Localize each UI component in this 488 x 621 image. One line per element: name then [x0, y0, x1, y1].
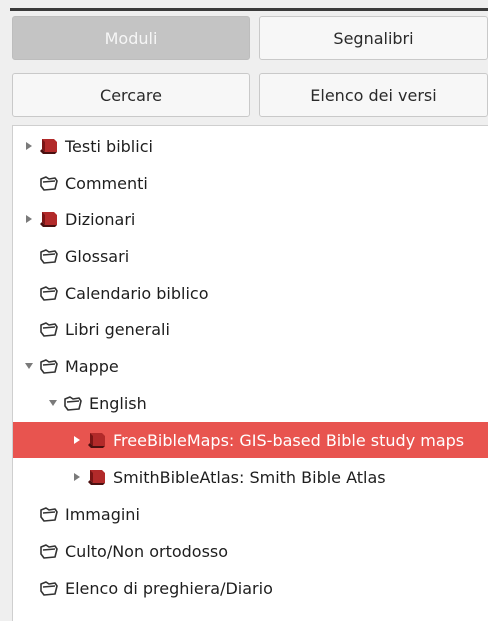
tab-cercare-label: Cercare: [100, 85, 162, 105]
tree-item-label: Culto/Non ortodosso: [65, 541, 229, 561]
collapse-arrow-icon[interactable]: [47, 397, 59, 409]
folder-icon: [37, 577, 61, 599]
book-icon: [37, 208, 61, 230]
folder-icon: [37, 172, 61, 194]
tree-item-mappe[interactable]: Mappe: [13, 348, 488, 384]
tree-item-label: SmithBibleAtlas: Smith Bible Atlas: [113, 467, 386, 487]
tab-segnalibri[interactable]: Segnalibri: [259, 16, 488, 60]
tab-moduli-label: Moduli: [104, 28, 158, 48]
folder-icon: [37, 540, 61, 562]
expand-arrow-icon[interactable]: [71, 434, 83, 446]
tree-item-elenco-preghiera[interactable]: Elenco di preghiera/Diario: [13, 570, 488, 606]
collapse-arrow-icon[interactable]: [23, 360, 35, 372]
tree-item-commenti[interactable]: Commenti: [13, 165, 488, 201]
tree-item-glossari[interactable]: Glossari: [13, 238, 488, 274]
tree-item-label: FreeBibleMaps: GIS-based Bible study map…: [113, 430, 465, 450]
tree-item-label: Testi biblici: [65, 136, 153, 156]
window-top-border: [10, 8, 488, 11]
tree-item-freebiblemaps[interactable]: FreeBibleMaps: GIS-based Bible study map…: [13, 422, 488, 458]
tab-cercare[interactable]: Cercare: [12, 73, 250, 117]
folder-icon: [61, 392, 85, 414]
tree-item-label: Elenco di preghiera/Diario: [65, 578, 273, 598]
tree-item-dizionari[interactable]: Dizionari: [13, 201, 488, 237]
folder-icon: [37, 282, 61, 304]
expand-arrow-icon[interactable]: [23, 140, 35, 152]
tree-item-smithbibleatlas[interactable]: SmithBibleAtlas: Smith Bible Atlas: [13, 459, 488, 495]
module-panel: Moduli Segnalibri Cercare Elenco dei ver…: [0, 0, 488, 621]
book-icon: [85, 466, 109, 488]
folder-icon: [37, 245, 61, 267]
expand-arrow-icon[interactable]: [71, 471, 83, 483]
tree-item-label: English: [89, 393, 147, 413]
tree-item-label: Calendario biblico: [65, 283, 209, 303]
tree-item-immagini[interactable]: Immagini: [13, 496, 488, 532]
tree-item-testi-biblici[interactable]: Testi biblici: [13, 128, 488, 164]
tree-item-label: Immagini: [65, 504, 140, 524]
tree-item-calendario-biblico[interactable]: Calendario biblico: [13, 275, 488, 311]
tab-segnalibri-label: Segnalibri: [333, 28, 414, 48]
tab-elenco-versi-label: Elenco dei versi: [310, 85, 437, 105]
tree-item-label: Glossari: [65, 246, 130, 266]
tree-item-libri-generali[interactable]: Libri generali: [13, 311, 488, 347]
tree-item-label: Libri generali: [65, 319, 170, 339]
folder-icon: [37, 355, 61, 377]
tree-item-label: Commenti: [65, 173, 148, 193]
folder-icon: [37, 503, 61, 525]
tree-item-label: Dizionari: [65, 209, 136, 229]
tab-elenco-versi[interactable]: Elenco dei versi: [259, 73, 488, 117]
folder-icon: [37, 318, 61, 340]
module-tree[interactable]: Testi biblici Commenti Dizionari Glossar…: [12, 125, 488, 621]
expand-arrow-icon[interactable]: [23, 213, 35, 225]
tree-item-english[interactable]: English: [13, 385, 488, 421]
tab-moduli[interactable]: Moduli: [12, 16, 250, 60]
tree-item-culto-non-ortodosso[interactable]: Culto/Non ortodosso: [13, 533, 488, 569]
book-icon: [37, 135, 61, 157]
book-icon: [85, 429, 109, 451]
tree-item-label: Mappe: [65, 356, 119, 376]
